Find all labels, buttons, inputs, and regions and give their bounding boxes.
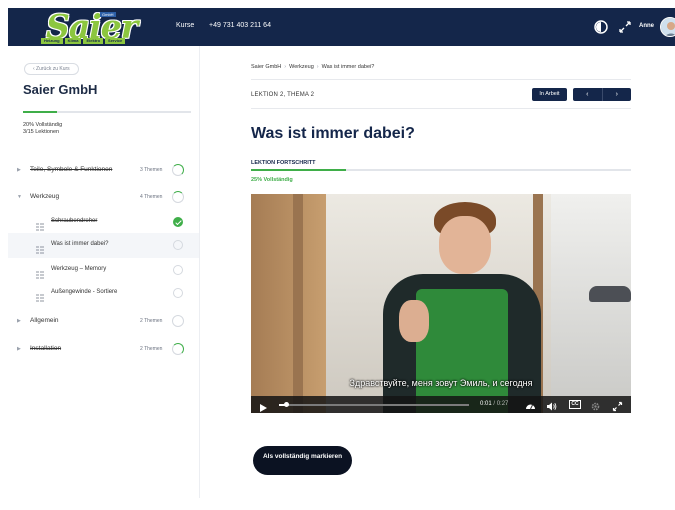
topic-count: 3 Themen [140,167,163,173]
video-frame-face [439,216,491,274]
volume-icon[interactable] [546,399,557,411]
video-time: 0:01 / 0:27 [480,401,508,407]
play-icon[interactable] [258,400,268,412]
captions-icon[interactable]: CC [569,400,581,409]
logo-strip: Heizung Klima Elektro Service [41,38,126,44]
fullscreen-icon[interactable] [612,399,623,412]
course-progress-bar [23,111,191,113]
video-frame-car [589,286,631,302]
topic-row[interactable]: ▼ Werkzeug 4 Themen [8,185,199,210]
topic-label: Installation [30,345,62,352]
divider [251,108,631,109]
chevron-right-icon: ▶ [17,346,21,352]
lesson-row[interactable]: Werkzeug – Memory [8,258,199,283]
lesson-list-icon [36,289,44,302]
logo-strip-item: Elektro [83,38,104,44]
lesson-nav: ‹ › [573,88,631,101]
breadcrumb: Saier GmbH › Werkzeug › Was ist immer dabei? [251,64,374,70]
course-title: Saier GmbH [23,82,98,97]
back-to-course-button[interactable]: ‹ Zurück zu Kurs [24,63,79,75]
empty-circle-icon [173,288,183,298]
breadcrumb-separator: › [284,64,287,70]
lesson-label: Was ist immer dabei? [51,241,109,247]
lesson-list-icon [36,266,44,279]
topic-label: Werkzeug [30,193,60,200]
chevron-right-icon: ▶ [17,167,21,173]
next-lesson-button[interactable]: › [601,88,632,101]
empty-circle-icon [173,265,183,275]
prev-lesson-button[interactable]: ‹ [573,88,602,101]
lesson-row-current[interactable]: Was ist immer dabei? [8,233,199,258]
chevron-down-icon: ▼ [17,194,22,200]
video-player[interactable]: Здравствуйте, меня зовут Эмиль, и сегодн… [251,194,631,413]
speed-icon[interactable] [525,399,536,410]
user-name[interactable]: Anne [639,23,654,29]
lesson-progress-percent: 25% Vollständig [251,177,293,183]
breadcrumb-separator: › [316,64,319,70]
breadcrumb-item: Was ist immer dabei? [321,64,375,70]
top-navbar: Saier GmbH Heizung Klima Elektro Service… [8,7,675,46]
course-sidebar: ‹ Zurück zu Kurs Saier GmbH 20% Vollstän… [8,46,200,498]
topic-row[interactable]: ▶ Installation 2 Themen [8,337,199,362]
logo-strip-item: Heizung [41,38,63,44]
lesson-row[interactable]: Schraubendreher [8,210,199,235]
nav-kurse-link[interactable]: Kurse [176,22,194,29]
lesson-label: Schraubendreher [51,218,98,224]
lesson-meta: LEKTION 2, THEMA 2 [251,92,315,98]
phone-link[interactable]: +49 731 403 211 64 [209,22,271,29]
video-scrubber[interactable] [279,402,469,407]
video-time-current: 0:01 [480,401,492,407]
avatar[interactable] [660,17,675,37]
lesson-label: Außengewinde - Sortiere [51,289,118,295]
logo-strip-item: Service [105,38,126,44]
video-time-duration: / 0:27 [493,401,509,407]
progress-ring-icon [172,164,184,176]
topic-row[interactable]: ▶ Allgemein 2 Themen [8,309,199,334]
topic-count: 4 Themen [140,194,163,200]
fullscreen-icon[interactable] [617,19,633,35]
lesson-progress-label: LEKTION FORTSCHRITT [251,160,316,166]
lesson-row[interactable]: Außengewinde - Sortiere [8,281,199,306]
video-frame-hand [399,300,429,342]
lesson-progress-bar [251,169,631,171]
topic-count: 2 Themen [140,346,163,352]
topic-label: Teile, Symbole & Funktionen [30,166,113,173]
breadcrumb-item[interactable]: Werkzeug [289,64,314,70]
course-progress-text: 20% Vollständig 3/15 Lektionen [23,122,62,136]
page-title: Was ist immer dabei? [251,125,415,142]
logo-tag: GmbH [100,12,116,17]
status-badge[interactable]: In Arbeit [532,88,567,101]
progress-ring-icon [172,343,184,355]
check-circle-icon [173,217,183,227]
divider [251,79,631,80]
mark-complete-button[interactable]: Als vollständig markieren [253,446,352,475]
progress-ring-icon [172,315,184,327]
lesson-progress-fill [251,169,346,171]
topic-label: Allgemein [30,317,59,324]
empty-circle-icon [173,240,183,250]
video-scrubber-handle[interactable] [284,402,290,407]
lesson-list-icon [36,218,44,231]
lesson-label: Werkzeug – Memory [51,266,107,272]
theme-toggle-icon[interactable] [593,19,609,35]
chevron-right-icon: ▶ [17,318,21,324]
topic-count: 2 Themen [140,318,163,324]
logo-strip-item: Klima [64,38,82,44]
saier-logo[interactable]: Saier GmbH Heizung Klima Elektro Service [38,7,138,46]
video-subtitle: Здравствуйте, меня зовут Эмиль, и сегодн… [349,378,533,388]
progress-ring-icon [172,191,184,203]
video-frame-apron [416,289,508,413]
video-controls: 0:01 / 0:27 CC [251,396,631,413]
topic-row[interactable]: ▶ Teile, Symbole & Funktionen 3 Themen [8,158,199,183]
breadcrumb-item[interactable]: Saier GmbH [251,64,281,70]
settings-gear-icon[interactable] [590,399,601,411]
progress-percent: 20% Vollständig [23,122,63,128]
course-progress-fill [23,111,57,113]
progress-lessons: 3/15 Lektionen [23,129,60,135]
lesson-list-icon [36,241,44,254]
